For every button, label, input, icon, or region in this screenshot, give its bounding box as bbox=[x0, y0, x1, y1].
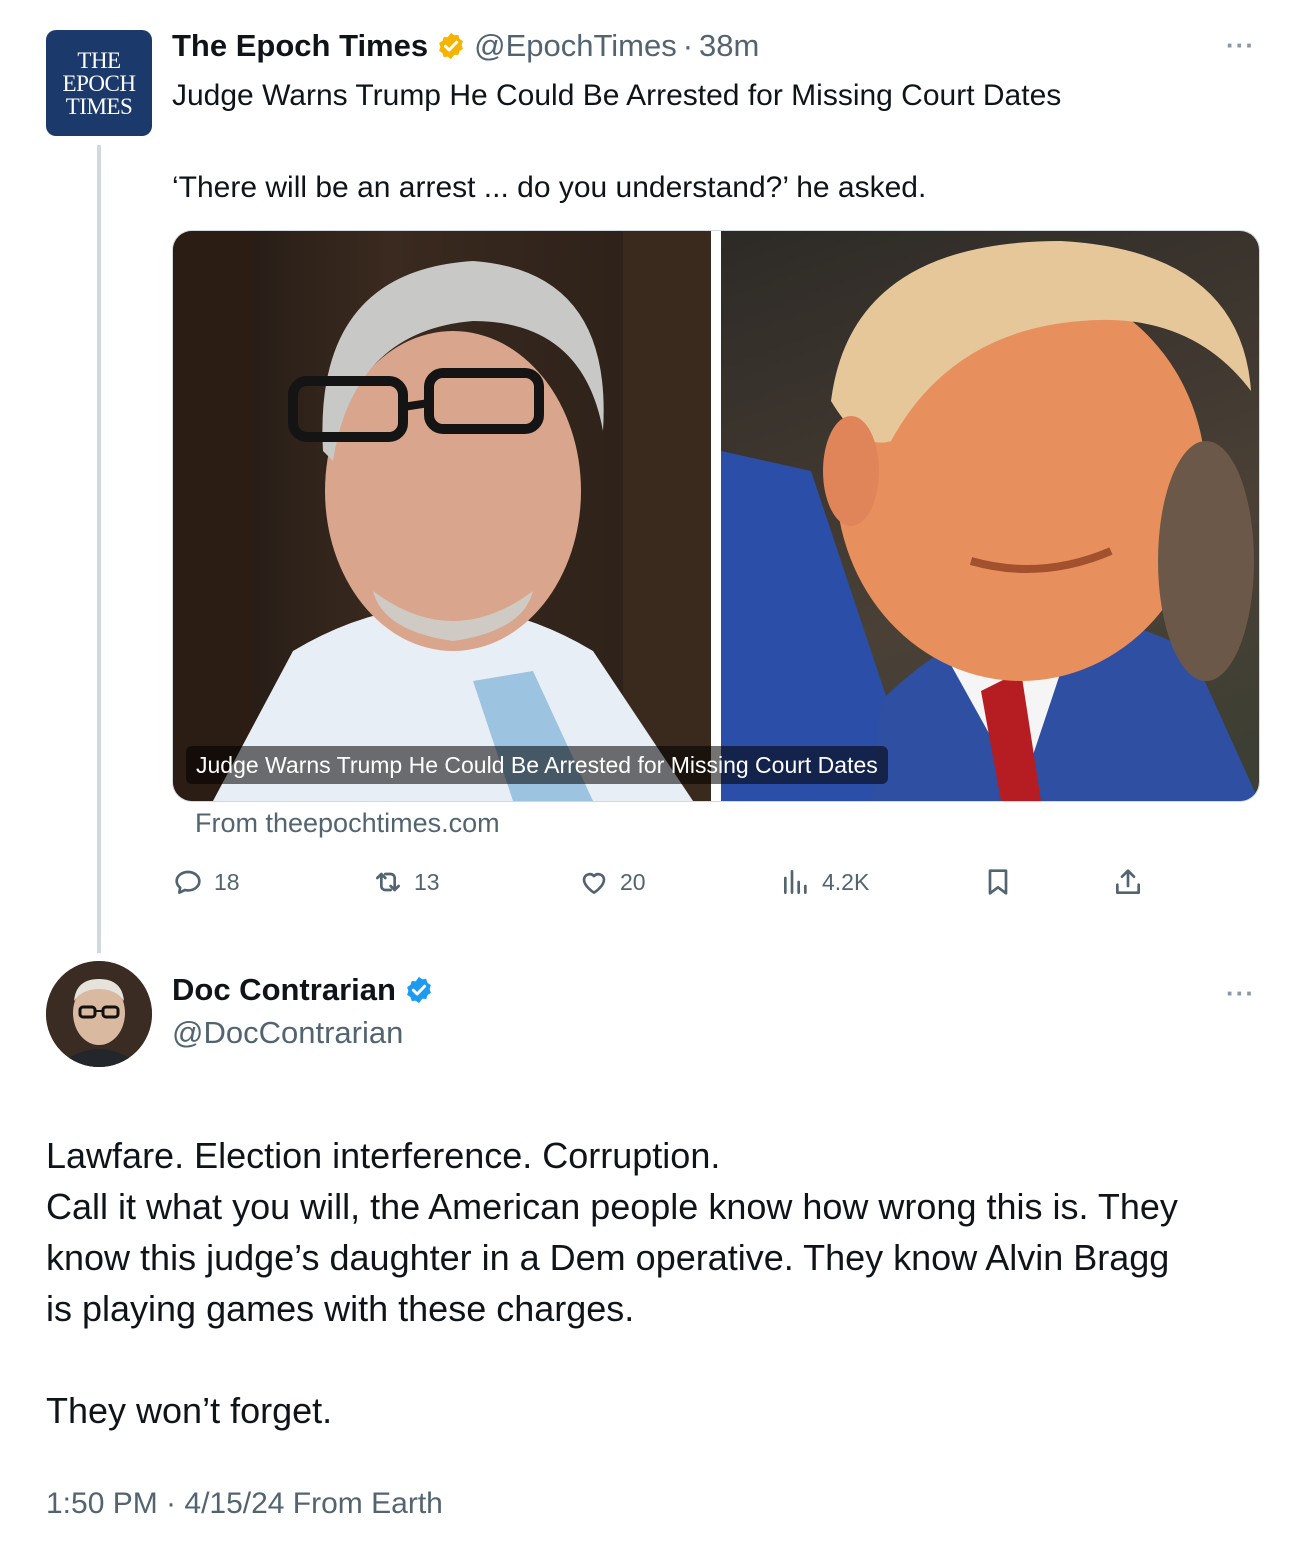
tweet-headline: Judge Warns Trump He Could Be Arrested f… bbox=[172, 79, 1062, 112]
share-icon bbox=[1116, 869, 1140, 894]
tweet2-header: Doc Contrarian bbox=[172, 972, 442, 1008]
thread-connector bbox=[97, 145, 101, 953]
author-handle[interactable]: @EpochTimes bbox=[474, 28, 677, 64]
reply-icon bbox=[175, 870, 201, 894]
tweet-body: Lawfare. Election interference. Corrupti… bbox=[46, 1130, 1178, 1436]
author-handle[interactable]: @DocContrarian bbox=[172, 1015, 403, 1051]
reply-count: 18 bbox=[214, 868, 240, 895]
avatar-logo-line: THE bbox=[77, 47, 121, 73]
body-line: They won’t forget. bbox=[46, 1390, 333, 1431]
body-line: is playing games with these charges. bbox=[46, 1288, 635, 1329]
trump-photo bbox=[721, 231, 1259, 801]
avatar-portrait bbox=[46, 961, 152, 1067]
more-options-icon[interactable]: ··· bbox=[1226, 978, 1255, 1009]
doc-contrarian-avatar[interactable] bbox=[46, 961, 152, 1067]
body-line: Call it what you will, the American peop… bbox=[46, 1186, 1178, 1227]
verified-blue-badge-icon bbox=[407, 976, 431, 1004]
link-source[interactable]: From theepochtimes.com bbox=[195, 808, 500, 839]
photo-divider bbox=[711, 231, 721, 801]
retweet-count: 13 bbox=[414, 868, 440, 895]
body-line: Lawfare. Election interference. Corrupti… bbox=[46, 1135, 721, 1176]
epoch-times-avatar[interactable]: THE EPOCH TIMES bbox=[46, 30, 152, 136]
retweet-icon bbox=[376, 872, 400, 892]
tweet1-header: The Epoch Times @EpochTimes · 38m bbox=[172, 26, 759, 66]
views-chart-icon bbox=[784, 870, 807, 894]
tweet-quote: ‘There will be an arrest ... do you unde… bbox=[172, 171, 927, 204]
trump-illustration bbox=[721, 241, 1259, 801]
separator-dot: · bbox=[682, 28, 694, 63]
judge-illustration bbox=[173, 231, 711, 801]
retweet-button[interactable]: 13 bbox=[372, 866, 440, 898]
verified-gold-badge-icon bbox=[439, 32, 463, 60]
reply-button[interactable]: 18 bbox=[172, 866, 240, 898]
bookmark-icon bbox=[988, 869, 1008, 895]
avatar-logo-line: EPOCH bbox=[62, 70, 136, 96]
timestamp[interactable]: 38m bbox=[699, 28, 759, 64]
author-name[interactable]: The Epoch Times bbox=[172, 28, 428, 64]
share-button[interactable] bbox=[1112, 866, 1144, 898]
tweet-timestamp-meta[interactable]: 1:50 PM · 4/15/24 From Earth bbox=[46, 1487, 443, 1521]
bookmark-button[interactable] bbox=[982, 866, 1014, 898]
heart-icon bbox=[582, 872, 606, 894]
judge-photo bbox=[173, 231, 711, 801]
link-card-caption: Judge Warns Trump He Could Be Arrested f… bbox=[186, 746, 888, 784]
body-line bbox=[46, 1334, 1178, 1385]
author-name[interactable]: Doc Contrarian bbox=[172, 972, 396, 1008]
like-count: 20 bbox=[620, 868, 646, 895]
more-options-icon[interactable]: ··· bbox=[1226, 30, 1255, 61]
avatar-logo-line: TIMES bbox=[65, 93, 133, 119]
views-button[interactable]: 4.2K bbox=[780, 866, 869, 898]
link-card-media[interactable] bbox=[172, 230, 1260, 802]
body-line: know this judge’s daughter in a Dem oper… bbox=[46, 1237, 1170, 1278]
view-count: 4.2K bbox=[822, 868, 870, 895]
like-button[interactable]: 20 bbox=[578, 866, 646, 898]
